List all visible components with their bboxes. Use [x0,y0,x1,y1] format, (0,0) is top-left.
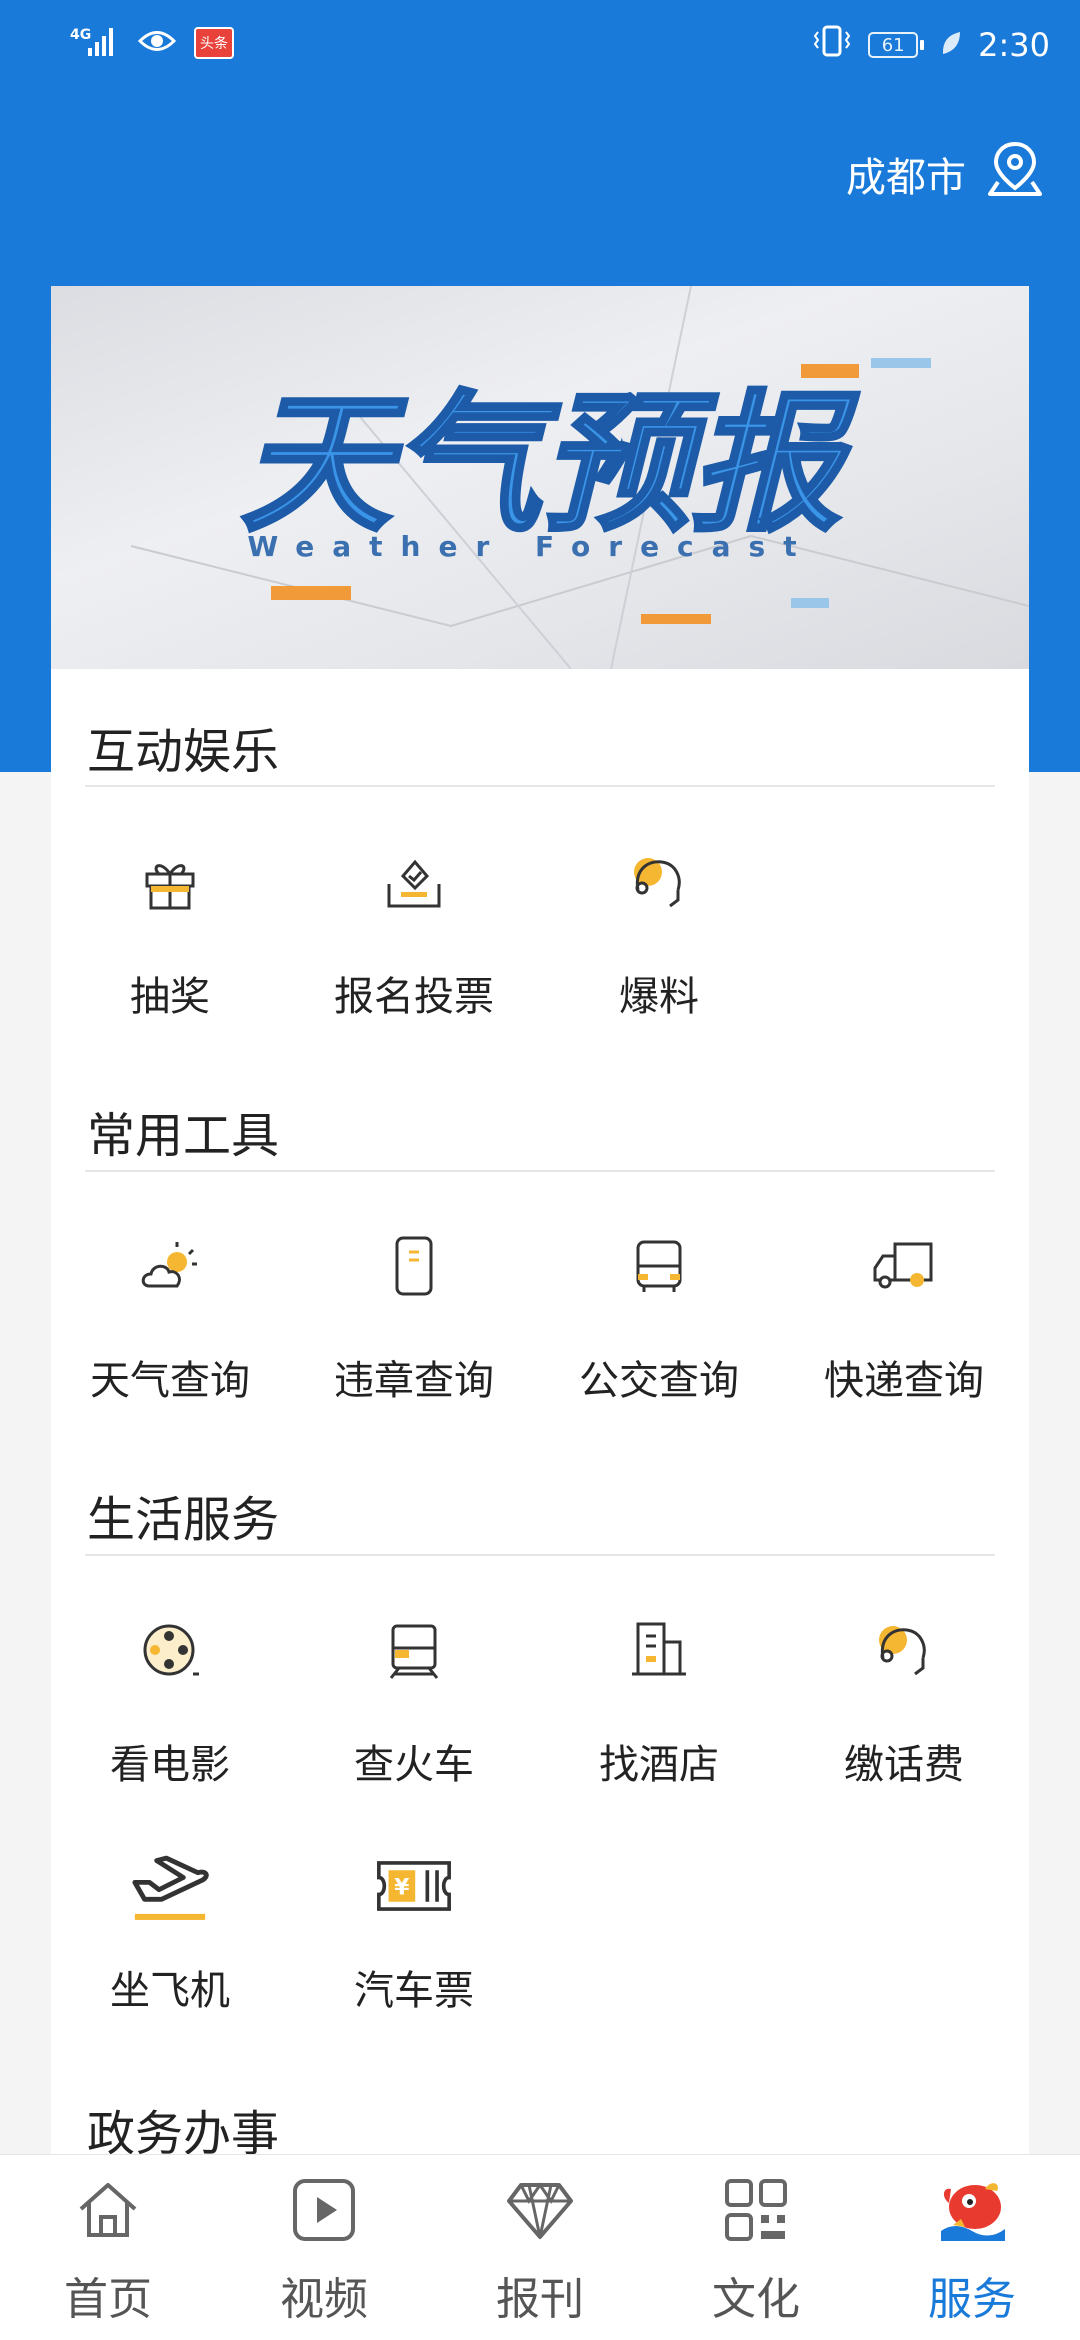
network-type: 4G [70,27,92,43]
gift-icon [145,864,195,910]
weather-forecast-banner[interactable]: 天气预报 Weather Forecast [51,286,1029,669]
banner-subtitle: Weather Forecast [247,530,814,563]
section-title-life: 生活服务 [87,1492,280,1548]
service-express[interactable]: 快递查询 [799,1234,1009,1406]
service-movie[interactable]: 看电影 [65,1618,275,1790]
nav-newspaper[interactable]: 报刊 [470,2175,610,2327]
section-title-government: 政务办事 [87,2106,280,2156]
eye-icon [137,28,177,58]
nav-label: 报刊 [496,2274,584,2325]
service-label: 天气查询 [90,1358,250,1404]
service-train[interactable]: 查火车 [309,1618,519,1790]
nav-service[interactable]: 服务 [902,2175,1042,2327]
play-icon [293,2179,355,2241]
svg-text:¥: ¥ [394,1875,409,1900]
service-lottery[interactable]: 抽奖 [65,850,275,1022]
truck-icon [873,1242,933,1289]
divider [85,1554,995,1556]
nav-culture[interactable]: 文化 [686,2175,826,2327]
weather-icon [141,1242,197,1288]
service-label: 报名投票 [334,974,494,1020]
nav-home[interactable]: 首页 [38,2175,178,2327]
service-weather[interactable]: 天气查询 [65,1234,275,1406]
service-label: 抽奖 [130,974,210,1020]
service-hotel[interactable]: 找酒店 [554,1618,764,1790]
divider [85,1170,995,1172]
hotel-icon [632,1622,686,1676]
status-bar: 4G 头条 61 2:30 [0,0,1080,92]
nav-label: 服务 [928,2274,1016,2325]
service-bus-ticket[interactable]: ¥ 汽车票 [309,1846,519,2016]
nav-label: 文化 [712,2274,800,2325]
service-label: 看电影 [110,1742,230,1788]
service-flight[interactable]: 坐飞机 [65,1846,275,2016]
service-label: 缴话费 [844,1742,964,1788]
service-label: 找酒店 [599,1742,719,1788]
bus-icon [636,1240,682,1292]
film-reel-icon [143,1624,199,1676]
service-tipoff[interactable]: 爆料 [554,850,764,1022]
divider [85,785,995,787]
toutiao-badge: 头条 [194,27,234,59]
ticket-icon: ¥ [377,1861,451,1911]
banner-title: 天气预报 [241,378,859,552]
headset-icon [634,858,681,908]
nav-video[interactable]: 视频 [254,2175,394,2327]
service-violation[interactable]: 违章查询 [309,1234,519,1406]
vibrate-icon [812,24,852,66]
service-bus[interactable]: 公交查询 [554,1234,764,1406]
vote-icon [387,859,441,908]
nav-label: 视频 [280,2274,368,2325]
airplane-icon [132,1855,209,1920]
diamond-icon [507,2182,573,2239]
train-icon [389,1624,439,1679]
city-selector[interactable]: 成都市 [846,138,1046,210]
city-label: 成都市 [846,155,966,201]
service-vote[interactable]: 报名投票 [309,850,519,1022]
service-phone-bill[interactable]: 缴话费 [799,1618,1009,1790]
services-card: 天气预报 Weather Forecast 互动娱乐 抽奖 报名投票 爆料 常用… [51,286,1029,2156]
service-label: 违章查询 [334,1358,494,1404]
bottom-navigation: 首页 视频 报刊 文化 服务 [0,2154,1080,2340]
service-label: 查火车 [354,1742,474,1788]
section-title-tools: 常用工具 [87,1108,280,1164]
service-label: 坐飞机 [110,1968,230,2014]
battery-indicator: 61 [868,32,925,58]
location-pin-icon [984,138,1046,210]
service-label: 快递查询 [824,1358,984,1404]
home-icon [79,2183,137,2237]
grid-icon [725,2179,787,2241]
headset-icon [879,1626,926,1676]
clock: 2:30 [978,26,1050,64]
service-label: 爆料 [619,974,699,1020]
service-label: 汽车票 [354,1968,474,2014]
leaf-icon [940,26,962,64]
violation-icon [395,1236,433,1296]
nav-label: 首页 [64,2274,152,2325]
mascot-icon [941,2183,1005,2241]
section-title-entertainment: 互动娱乐 [87,724,280,780]
service-label: 公交查询 [579,1358,739,1404]
